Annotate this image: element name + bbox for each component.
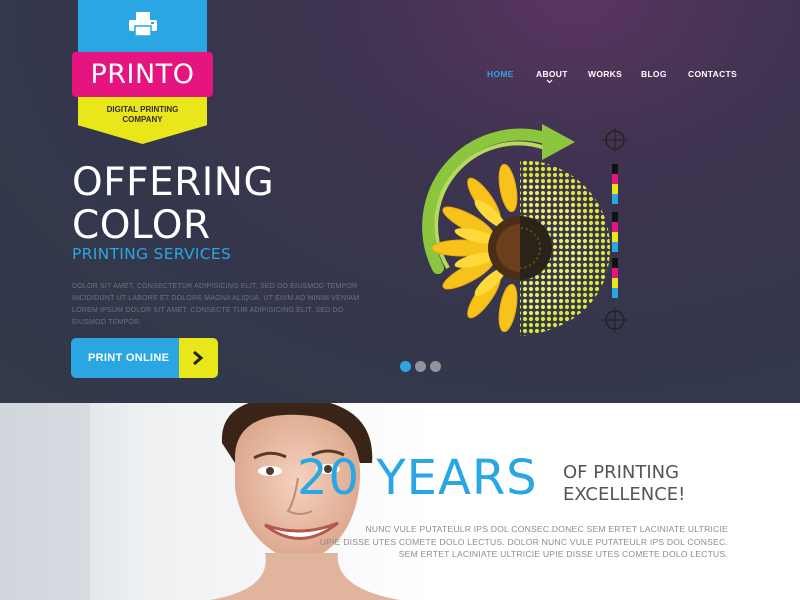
- main-nav: HOME ABOUT WORKS BLOG CONTACTS: [0, 69, 800, 89]
- print-online-label: PRINT ONLINE: [88, 352, 170, 364]
- slider-dot-2[interactable]: [415, 361, 426, 372]
- logo-ribbon[interactable]: [78, 0, 207, 56]
- nav-item-home[interactable]: HOME: [487, 69, 514, 79]
- slider-dot-3[interactable]: [430, 361, 441, 372]
- feature-body-line2: UPIE DISSE UTES COMETE DOLO LECTUS. DOLO…: [319, 536, 728, 547]
- feature-body-line1: NUNC VULE PUTATEULR IPS DOL CONSEC.DONEC…: [365, 524, 728, 534]
- hero-body-text: DOLOR SIT AMET, CONSECTETUR ADIPISICING …: [72, 283, 362, 326]
- hero-headline: OFFERING COLOR: [72, 161, 274, 247]
- years-heading: 20 YEARS: [297, 450, 538, 506]
- slider-dot-1[interactable]: [400, 361, 411, 372]
- hero-subheadline: PRINTING SERVICES: [72, 245, 232, 263]
- nav-item-blog[interactable]: BLOG: [641, 69, 667, 79]
- cta-arrow-box: [179, 338, 218, 378]
- nav-item-about[interactable]: ABOUT: [536, 69, 568, 79]
- logo-tagline-banner: DIGITAL PRINTING COMPANY: [78, 97, 207, 144]
- chevron-right-icon: [193, 350, 204, 366]
- hero-headline-line2: COLOR: [72, 203, 211, 248]
- feature-body-text: NUNC VULE PUTATEULR IPS DOL CONSEC.DONEC…: [298, 523, 728, 561]
- printer-icon: [129, 12, 157, 37]
- print-online-button[interactable]: PRINT ONLINE: [71, 338, 218, 378]
- years-caption-line1: OF PRINTING: [563, 462, 680, 483]
- sunflower-halftone-illustration: [422, 124, 628, 336]
- feature-body-line3: SEM ERTET LACINIATE ULTRICIE UPIE DISSE …: [398, 549, 728, 559]
- logo-tagline: DIGITAL PRINTING COMPANY: [106, 105, 179, 124]
- nav-item-works[interactable]: WORKS: [588, 69, 622, 79]
- hero-headline-line1: OFFERING: [72, 160, 275, 205]
- chevron-down-icon[interactable]: [546, 79, 553, 84]
- years-caption: OF PRINTING EXCELLENCE!: [563, 462, 685, 506]
- nav-item-contacts[interactable]: CONTACTS: [688, 69, 737, 79]
- hero-section: PRINTO DIGITAL PRINTING COMPANY OFFERING…: [0, 0, 800, 403]
- years-caption-line2: EXCELLENCE!: [563, 484, 686, 505]
